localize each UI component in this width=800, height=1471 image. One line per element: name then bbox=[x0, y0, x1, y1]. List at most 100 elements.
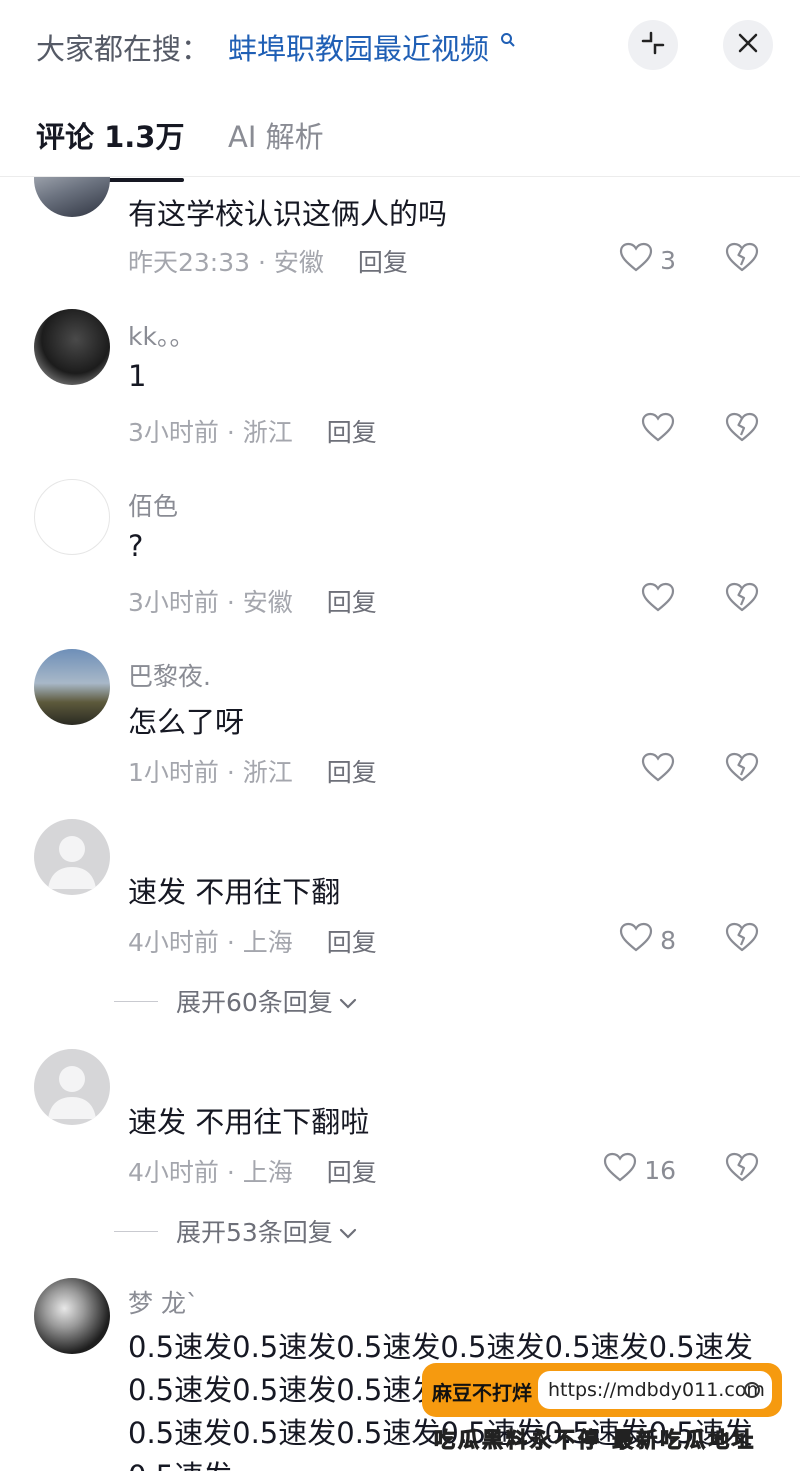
comment-meta: 3小时前 · 浙江 回复 bbox=[128, 413, 377, 449]
comment-meta: 4小时前 · 上海 回复 bbox=[128, 1153, 377, 1189]
avatar[interactable] bbox=[34, 479, 110, 555]
reply-button[interactable]: 回复 bbox=[327, 1158, 377, 1187]
tab-bar: 评论 1.3万 AI 解析 bbox=[0, 100, 800, 182]
meta-separator: · bbox=[250, 248, 274, 277]
reply-button[interactable]: 回复 bbox=[327, 928, 377, 957]
avatar[interactable] bbox=[34, 1049, 110, 1125]
top-bar: 大家都在搜： 蚌埠职教园最近视频 bbox=[0, 0, 800, 90]
circle-icon bbox=[744, 1382, 760, 1398]
watermark-text: 吃瓜黑料永不停 最新吃瓜地址 bbox=[433, 1428, 757, 1453]
reply-button[interactable]: 回复 bbox=[358, 248, 408, 277]
comment-text: ? bbox=[128, 529, 144, 563]
like-count: 3 bbox=[660, 245, 676, 275]
meta-separator: · bbox=[218, 928, 243, 957]
comment-text: 1 bbox=[128, 359, 147, 393]
comment-text: 速发 不用往下翻啦 bbox=[128, 1105, 370, 1139]
like-button[interactable]: 8 bbox=[618, 921, 676, 959]
broken-heart-icon bbox=[724, 242, 760, 277]
expand-replies-button[interactable]: 展开53条回复 bbox=[114, 1213, 357, 1249]
chevron-down-icon bbox=[339, 987, 357, 1016]
divider bbox=[114, 1000, 158, 1002]
like-button[interactable]: 16 bbox=[602, 1151, 676, 1189]
meta-separator: · bbox=[218, 418, 243, 447]
comment-location: 浙江 bbox=[242, 758, 293, 787]
dislike-button[interactable] bbox=[724, 241, 760, 277]
broken-heart-icon bbox=[724, 582, 760, 617]
collapse-icon bbox=[640, 30, 666, 60]
search-icon bbox=[500, 29, 516, 53]
broken-heart-icon bbox=[724, 752, 760, 787]
trending-search-link[interactable]: 蚌埠职教园最近视频 bbox=[228, 26, 516, 68]
like-button[interactable] bbox=[640, 581, 676, 619]
heart-icon bbox=[640, 581, 676, 619]
dislike-button[interactable] bbox=[724, 1151, 760, 1187]
expand-replies-button[interactable]: 展开60条回复 bbox=[114, 983, 357, 1019]
expand-replies-label: 展开53条回复 bbox=[176, 1218, 333, 1247]
collapse-button[interactable] bbox=[628, 20, 678, 70]
comment-text: 怎么了呀 bbox=[128, 705, 245, 739]
broken-heart-icon bbox=[724, 412, 760, 447]
comment-meta: 昨天23:33 · 安徽 回复 bbox=[128, 243, 408, 279]
username[interactable]: kk。。 bbox=[128, 317, 194, 353]
meta-separator: · bbox=[218, 758, 243, 787]
avatar[interactable] bbox=[34, 649, 110, 725]
dislike-button[interactable] bbox=[724, 581, 760, 617]
close-button[interactable] bbox=[723, 20, 773, 70]
comment-time: 3小时前 bbox=[128, 588, 219, 617]
search-term-text: 蚌埠职教园最近视频 bbox=[228, 32, 490, 66]
comment-text: 速发 不用往下翻 bbox=[128, 875, 341, 909]
broken-heart-icon bbox=[724, 1152, 760, 1187]
ad-url-box[interactable]: https://mdbdy011.com bbox=[538, 1371, 772, 1409]
comment-time: 4小时前 bbox=[128, 1158, 219, 1187]
like-count: 8 bbox=[660, 925, 676, 955]
comment-location: 安徽 bbox=[242, 588, 293, 617]
comment-meta: 4小时前 · 上海 回复 bbox=[128, 923, 377, 959]
meta-separator: · bbox=[218, 588, 243, 617]
broken-heart-icon bbox=[724, 922, 760, 957]
meta-separator: · bbox=[218, 1158, 243, 1187]
reply-button[interactable]: 回复 bbox=[327, 758, 377, 787]
default-avatar-icon bbox=[34, 836, 110, 895]
close-icon bbox=[737, 32, 759, 58]
ad-overlay[interactable]: 麻豆不打烊 https://mdbdy011.com bbox=[422, 1363, 782, 1417]
comment-time: 1小时前 bbox=[128, 758, 219, 787]
reply-button[interactable]: 回复 bbox=[327, 418, 377, 447]
comment-text: 有这学校认识这俩人的吗 bbox=[128, 197, 448, 231]
ad-label: 麻豆不打烊 bbox=[432, 1381, 532, 1405]
reply-button[interactable]: 回复 bbox=[327, 588, 377, 617]
username[interactable]: 佰色 bbox=[128, 487, 178, 523]
comment-location: 上海 bbox=[242, 928, 293, 957]
like-button[interactable] bbox=[640, 751, 676, 789]
heart-icon bbox=[618, 241, 654, 279]
tab-comments[interactable]: 评论 1.3万 bbox=[36, 114, 185, 182]
avatar[interactable] bbox=[34, 1278, 110, 1354]
chevron-down-icon bbox=[339, 1217, 357, 1246]
heart-icon bbox=[618, 921, 654, 959]
avatar[interactable] bbox=[34, 177, 110, 217]
expand-replies-label: 展开60条回复 bbox=[176, 988, 333, 1017]
comment-list[interactable]: 有这学校认识这俩人的吗 昨天23:33 · 安徽 回复 3 kk。。 1 3小时前… bbox=[0, 177, 800, 1471]
ad-url: https://mdbdy011.com bbox=[548, 1379, 765, 1401]
avatar[interactable] bbox=[34, 309, 110, 385]
comment-location: 安徽 bbox=[273, 248, 324, 277]
dislike-button[interactable] bbox=[724, 411, 760, 447]
comment-time: 3小时前 bbox=[128, 418, 219, 447]
comment-location: 浙江 bbox=[242, 418, 293, 447]
comment-meta: 3小时前 · 安徽 回复 bbox=[128, 583, 377, 619]
heart-icon bbox=[640, 751, 676, 789]
tab-ai-analysis[interactable]: AI 解析 bbox=[228, 114, 324, 156]
dislike-button[interactable] bbox=[724, 751, 760, 787]
like-button[interactable]: 3 bbox=[618, 241, 676, 279]
like-button[interactable] bbox=[640, 411, 676, 449]
comment-time: 昨天23:33 bbox=[128, 248, 251, 277]
heart-icon bbox=[640, 411, 676, 449]
avatar[interactable] bbox=[34, 819, 110, 895]
default-avatar-icon bbox=[34, 1066, 110, 1125]
comment-location: 上海 bbox=[242, 1158, 293, 1187]
comment-meta: 1小时前 · 浙江 回复 bbox=[128, 753, 377, 789]
search-prefix: 大家都在搜： bbox=[36, 32, 211, 66]
dislike-button[interactable] bbox=[724, 921, 760, 957]
username[interactable]: 巴黎夜. bbox=[128, 657, 211, 693]
username[interactable]: 梦 龙` bbox=[128, 1284, 198, 1320]
heart-icon bbox=[602, 1151, 638, 1189]
